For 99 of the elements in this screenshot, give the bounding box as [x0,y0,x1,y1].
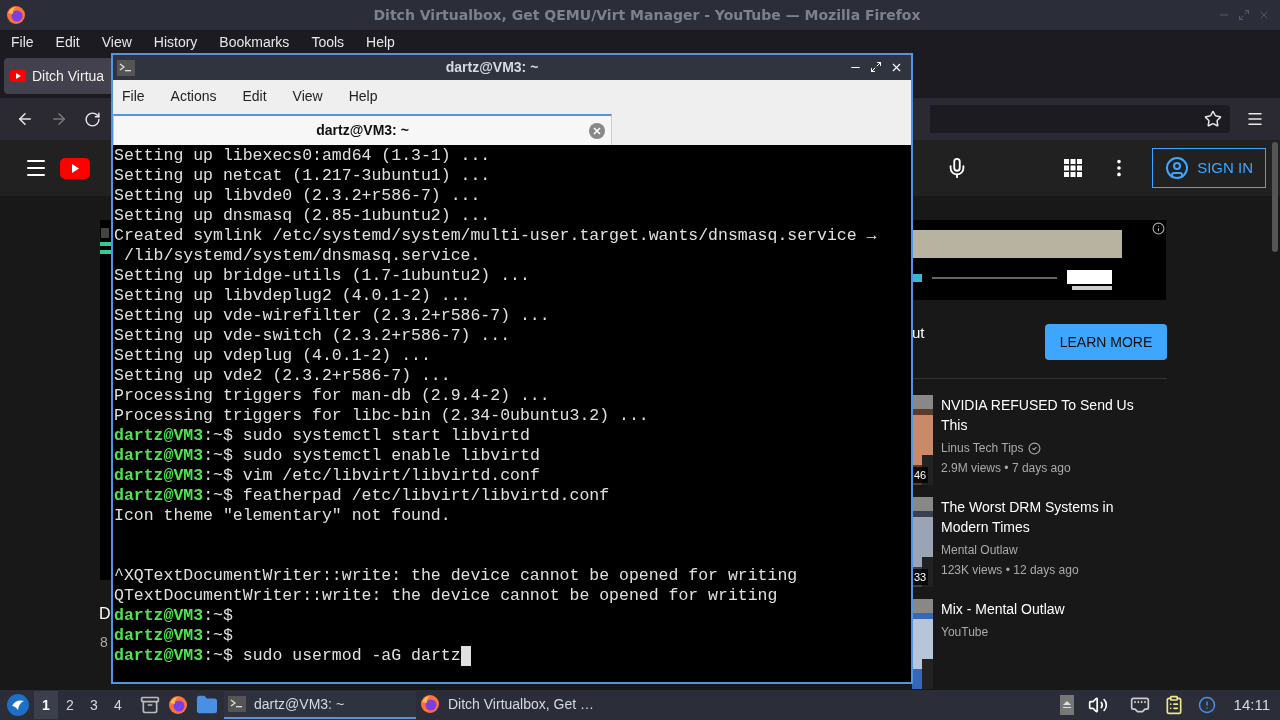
video-title: D [99,604,111,624]
prompt-user: dartz@VM3 [114,646,204,666]
prompt-user: dartz@VM3 [114,446,204,466]
terminal-line: /lib/systemd/system/dnsmasq.service. [122,246,481,266]
terminal-line: Setting up vde-wirefilter (2.3.2+r586-7) ... [114,306,550,326]
workspace-button[interactable]: 1 [34,691,58,719]
command-text: sudo systemctl start libvirtd [241,426,530,446]
workspace-button[interactable]: 2 [58,691,82,719]
terminal-line: Setting up bridge-utils (1.7-1ubuntu2) ... [114,266,530,286]
menu-icon[interactable] [1246,110,1264,128]
firefox-icon [420,694,440,714]
video-logo-icon [60,157,90,179]
terminal-icon [228,696,246,712]
menu-item[interactable]: Bookmarks [219,31,290,53]
menu-item[interactable]: Edit [55,31,80,53]
prompt-user: dartz@VM3 [114,606,204,626]
channel-name[interactable]: Mental Outlaw [941,541,1018,559]
apps-grid-icon[interactable] [1064,159,1083,177]
notification-icon[interactable] [1197,696,1216,714]
forward-icon[interactable] [50,110,68,128]
prompt-path: :~$ [203,446,233,466]
sign-in-button[interactable]: SIGN IN [1152,148,1266,188]
channel-name[interactable]: YouTube [941,623,989,641]
terminal-line: Setting up libexecs0:amd64 (1.3-1) ... [114,146,491,166]
window-title: dartz@VM3: ~ [444,58,540,77]
menu-item[interactable]: File [11,31,34,53]
video-meta: 8 [100,633,108,652]
user-icon [1165,156,1190,180]
menu-item[interactable]: Actions [170,85,217,107]
terminal-line: Setting up dnsmasq (2.85-1ubuntu2) ... [114,206,491,226]
clock: 14:11 [1233,694,1270,715]
terminal-line: Processing triggers for man-db (2.9.4-2) ... [114,386,550,406]
terminal-icon [117,59,135,76]
menu-item[interactable]: Edit [242,85,267,107]
channel-name[interactable]: Linus Tech Tips [941,439,1024,457]
volume-icon[interactable] [1087,695,1108,715]
learn-more-button[interactable]: LEARN MORE [1045,324,1167,360]
network-icon[interactable] [1129,695,1150,715]
close-icon[interactable] [890,61,903,74]
firefox-icon [168,695,188,715]
prompt-path: :~$ [203,646,233,666]
menu-item[interactable]: View [292,85,323,107]
start-menu-icon[interactable] [6,693,30,717]
prompt-path: :~$ [203,626,233,646]
prompt-path: :~$ [203,426,233,446]
prompt-path: :~$ [203,486,233,506]
terminal-line: Setting up vde-switch (2.3.2+r586-7) ... [114,326,511,346]
video-logo-icon [10,70,26,82]
browser-tab[interactable]: Ditch Virtua [4,58,111,94]
info-icon[interactable] [1152,222,1165,235]
address-field[interactable] [930,105,1230,133]
video-title[interactable]: NVIDIA REFUSED To Send Us This [941,395,1151,435]
terminal-line: Setting up libvde0 (2.3.2+r586-7) ... [114,186,481,206]
prompt-user: dartz@VM3 [114,486,204,506]
menu-item[interactable]: Tools [311,31,345,53]
terminal-line: Icon theme "elementary" not found. [114,506,451,526]
prompt-user: dartz@VM3 [114,626,204,646]
command-text: sudo systemctl enable libvirtd [241,446,540,466]
prompt-path: :~$ [203,606,233,626]
eject-icon[interactable] [1059,695,1074,715]
menu-item[interactable]: History [153,31,198,53]
command-text: featherpad /etc/libvirt/libvirtd.conf [241,486,610,506]
terminal-line: Setting up libvdeplug2 (4.0.1-2) ... [114,286,471,306]
command-text: sudo usermod -aG dartz [241,646,461,666]
video-title[interactable]: The Worst DRM Systems in Modern Times [941,497,1151,537]
terminal-line: QTextDocumentWriter::write: the device cannot be opened for writing [114,586,778,606]
workspace-button[interactable]: 3 [82,691,106,719]
terminal-line: Setting up vdeplug (4.0.1-2) ... [114,346,431,366]
menu-item[interactable]: Help [348,85,378,107]
terminal-line: Processing triggers for libc-bin (2.34-0ubuntu3.2) ... [114,406,649,426]
prompt-user: dartz@VM3 [114,466,204,486]
reload-icon[interactable] [84,110,101,128]
prompt-user: dartz@VM3 [114,426,204,446]
firefox-icon [6,5,26,25]
maximize-icon[interactable] [870,61,882,73]
back-icon[interactable] [16,110,34,128]
terminal-tab[interactable]: dartz@VM3: ~ [113,114,612,145]
video-title[interactable]: Mix - Mental Outlaw [941,599,1151,619]
task-button[interactable]: Ditch Virtualbox, Get … [416,691,608,719]
menu-item[interactable]: View [101,31,132,53]
folder-icon[interactable] [196,694,218,716]
ad-text: ut [912,323,925,343]
task-button[interactable]: dartz@VM3: ~ [224,691,416,719]
menu-item[interactable]: File [122,85,145,107]
menu-item[interactable]: Help [366,31,395,53]
close-tab-icon[interactable] [589,122,605,139]
terminal-line: ^XQTextDocumentWriter::write: the device cannot be opened for writing [114,566,798,586]
scrollbar[interactable] [1272,142,1278,252]
terminal-line: Created symlink /etc/systemd/system/multi-user.target.wants/dnsmasq.service → [114,226,877,246]
prompt-path: :~$ [203,466,233,486]
file-cabinet-icon[interactable] [140,695,160,715]
video-meta: 123K views • 12 days ago [941,562,1080,579]
workspace-button[interactable]: 4 [106,691,130,719]
command-text: vim /etc/libvirt/libvirtd.conf [241,466,540,486]
bookmark-star-icon[interactable] [1204,110,1222,128]
terminal-line: Setting up netcat (1.217-3ubuntu1) ... [114,166,491,186]
terminal-line: Setting up vde2 (2.3.2+r586-7) ... [114,366,451,386]
window-title: Ditch Virtualbox, Get QEMU/Virt Manager - YouTube — Mozilla Firefox [372,5,922,25]
video-meta: 2.9M views • 7 days ago [941,460,1072,477]
